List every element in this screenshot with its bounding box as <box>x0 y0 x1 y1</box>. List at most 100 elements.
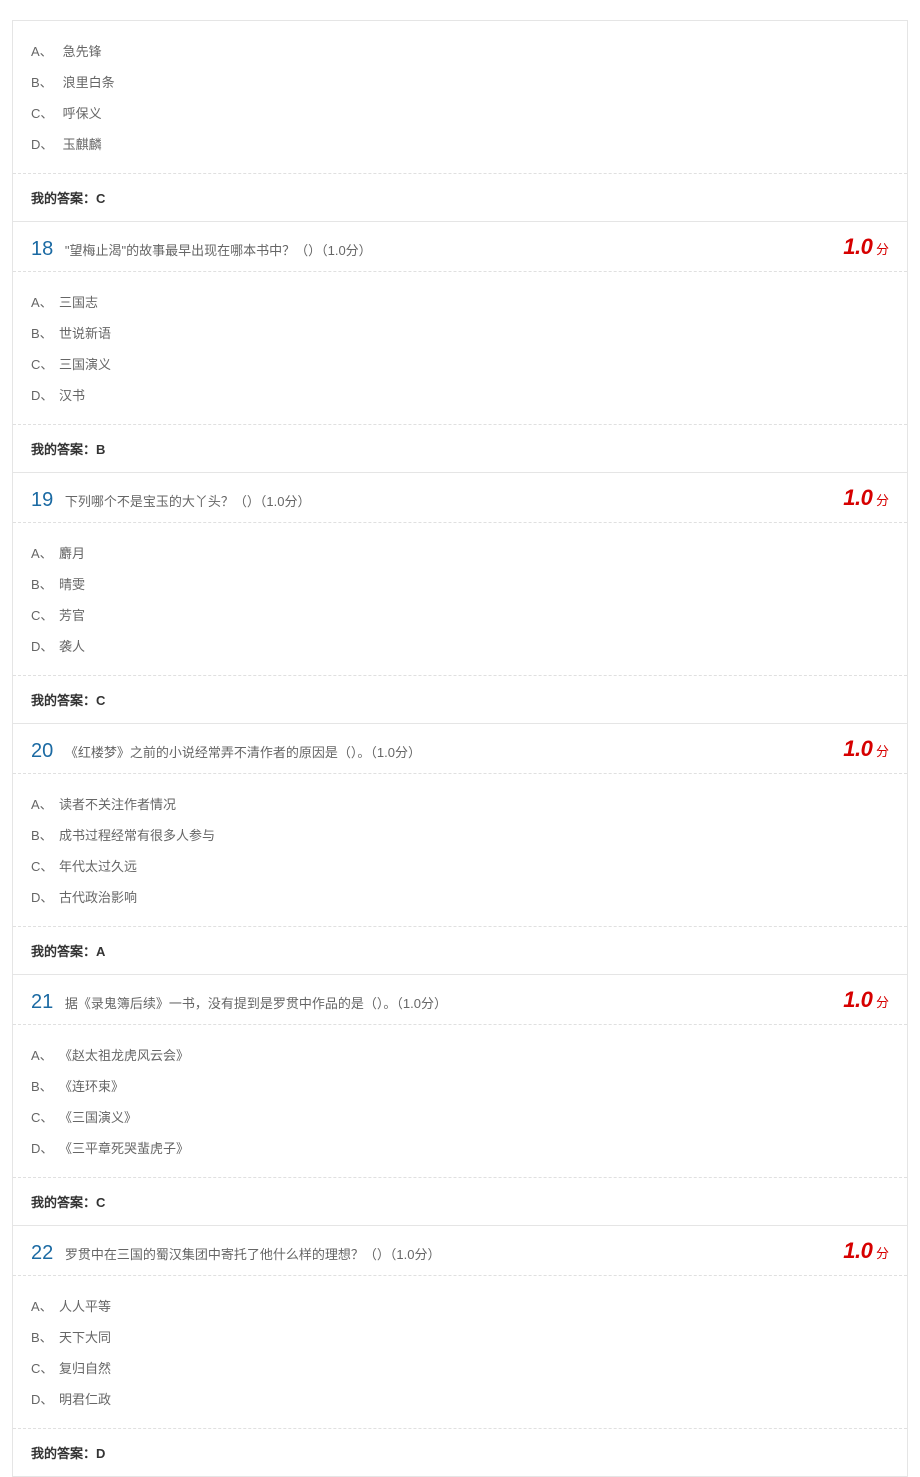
question-score: 1.0 分 <box>843 1238 889 1264</box>
option: D、古代政治影响 <box>31 881 889 912</box>
option: B、晴雯 <box>31 568 889 599</box>
option-letter: A、 <box>31 1296 59 1315</box>
option-letter: C、 <box>31 605 59 624</box>
question-number: 22 <box>31 1242 53 1265</box>
option-text: 麝月 <box>59 546 85 561</box>
score-suffix: 分 <box>876 1246 889 1261</box>
option-text: 年代太过久远 <box>59 859 137 874</box>
option: A、人人平等 <box>31 1290 889 1321</box>
answer-value: C <box>96 191 105 206</box>
option: C、芳官 <box>31 599 889 630</box>
question-header: 22 罗贯中在三国的蜀汉集团中寄托了他什么样的理想？（）（1.0分） 1.0 分 <box>13 1225 907 1276</box>
question-options: A、《赵太祖龙虎风云会》 B、《连环束》 C、《三国演义》 D、《三平章死哭蜚虎… <box>13 1025 907 1178</box>
option-letter: C、 <box>31 856 59 875</box>
option: B、成书过程经常有很多人参与 <box>31 819 889 850</box>
question-options: A、人人平等 B、天下大同 C、复归自然 D、明君仁政 <box>13 1276 907 1429</box>
option-letter: A、 <box>31 41 59 60</box>
option: D、 玉麒麟 <box>31 128 889 159</box>
question-options: A、麝月 B、晴雯 C、芳官 D、袭人 <box>13 523 907 676</box>
answer-label: 我的答案： <box>31 1195 96 1210</box>
my-answer-row: 我的答案：C <box>13 676 907 723</box>
option-text: 汉书 <box>59 388 85 403</box>
my-answer-row: 我的答案：B <box>13 425 907 472</box>
score-value: 1.0 <box>843 736 872 761</box>
option: D、《三平章死哭蜚虎子》 <box>31 1132 889 1163</box>
option-letter: C、 <box>31 1107 59 1126</box>
score-value: 1.0 <box>843 1238 872 1263</box>
option: C、《三国演义》 <box>31 1101 889 1132</box>
option-text: 读者不关注作者情况 <box>59 797 176 812</box>
option-text: 晴雯 <box>59 577 85 592</box>
score-suffix: 分 <box>876 744 889 759</box>
question-number: 19 <box>31 489 53 512</box>
answer-label: 我的答案： <box>31 944 96 959</box>
option-letter: C、 <box>31 354 59 373</box>
quiz-card: A、 急先锋 B、 浪里白条 C、 呼保义 D、 玉麒麟 我的答案：C 18 "… <box>12 20 908 1477</box>
quiz-page: A、 急先锋 B、 浪里白条 C、 呼保义 D、 玉麒麟 我的答案：C 18 "… <box>0 20 920 1477</box>
option: C、复归自然 <box>31 1352 889 1383</box>
answer-label: 我的答案： <box>31 1446 96 1461</box>
option-letter: A、 <box>31 292 59 311</box>
question-score: 1.0 分 <box>843 485 889 511</box>
question-number: 20 <box>31 740 53 763</box>
option-text: 三国志 <box>59 295 98 310</box>
option: A、麝月 <box>31 537 889 568</box>
option: D、明君仁政 <box>31 1383 889 1414</box>
option: A、 急先锋 <box>31 35 889 66</box>
option-text: 人人平等 <box>59 1299 111 1314</box>
option-letter: A、 <box>31 794 59 813</box>
question-score: 1.0 分 <box>843 234 889 260</box>
question-header: 19 下列哪个不是宝玉的大丫头？（）（1.0分） 1.0 分 <box>13 472 907 523</box>
option-letter: D、 <box>31 134 59 153</box>
option: C、 呼保义 <box>31 97 889 128</box>
option-text: 明君仁政 <box>59 1392 111 1407</box>
option-letter: B、 <box>31 1327 59 1346</box>
question-options: A、三国志 B、世说新语 C、三国演义 D、汉书 <box>13 272 907 425</box>
option-text: 复归自然 <box>59 1361 111 1376</box>
option-letter: B、 <box>31 1076 59 1095</box>
question-number: 21 <box>31 991 53 1014</box>
option-text: 芳官 <box>59 608 85 623</box>
question-text: 《红楼梦》之前的小说经常弄不清作者的原因是（）。（1.0分） <box>65 745 421 760</box>
score-value: 1.0 <box>843 987 872 1012</box>
option-letter: C、 <box>31 103 59 122</box>
answer-value: D <box>96 1446 105 1461</box>
option-text: 《三平章死哭蜚虎子》 <box>59 1141 189 1156</box>
question-header: 20 《红楼梦》之前的小说经常弄不清作者的原因是（）。（1.0分） 1.0 分 <box>13 723 907 774</box>
option-text: 《赵太祖龙虎风云会》 <box>59 1048 189 1063</box>
option-text: 急先锋 <box>63 44 102 59</box>
question-text: 下列哪个不是宝玉的大丫头？（）（1.0分） <box>65 494 311 509</box>
answer-label: 我的答案： <box>31 693 96 708</box>
option-text: 玉麒麟 <box>63 137 102 152</box>
answer-value: C <box>96 1195 105 1210</box>
option-text: 袭人 <box>59 639 85 654</box>
option: B、世说新语 <box>31 317 889 348</box>
option-text: 世说新语 <box>59 326 111 341</box>
option-text: 古代政治影响 <box>59 890 137 905</box>
my-answer-row: 我的答案：C <box>13 1178 907 1225</box>
question-text: "望梅止渴"的故事最早出现在哪本书中？（）（1.0分） <box>65 243 372 258</box>
option: C、三国演义 <box>31 348 889 379</box>
answer-value: B <box>96 442 105 457</box>
option-letter: C、 <box>31 1358 59 1377</box>
option: B、天下大同 <box>31 1321 889 1352</box>
option-text: 天下大同 <box>59 1330 111 1345</box>
answer-value: C <box>96 693 105 708</box>
option: A、读者不关注作者情况 <box>31 788 889 819</box>
answer-value: A <box>96 944 105 959</box>
option-letter: B、 <box>31 825 59 844</box>
option-text: 三国演义 <box>59 357 111 372</box>
question-header: 21 据《录鬼簿后续》一书，没有提到是罗贯中作品的是（）。（1.0分） 1.0 … <box>13 974 907 1025</box>
question-number: 18 <box>31 238 53 261</box>
option-letter: D、 <box>31 385 59 404</box>
question-score: 1.0 分 <box>843 736 889 762</box>
score-value: 1.0 <box>843 234 872 259</box>
option-text: 《连环束》 <box>59 1079 124 1094</box>
score-value: 1.0 <box>843 485 872 510</box>
score-suffix: 分 <box>876 493 889 508</box>
option-letter: D、 <box>31 636 59 655</box>
option-text: 《三国演义》 <box>59 1110 137 1125</box>
option-letter: B、 <box>31 72 59 91</box>
question-options-partial: A、 急先锋 B、 浪里白条 C、 呼保义 D、 玉麒麟 <box>13 21 907 174</box>
answer-label: 我的答案： <box>31 442 96 457</box>
